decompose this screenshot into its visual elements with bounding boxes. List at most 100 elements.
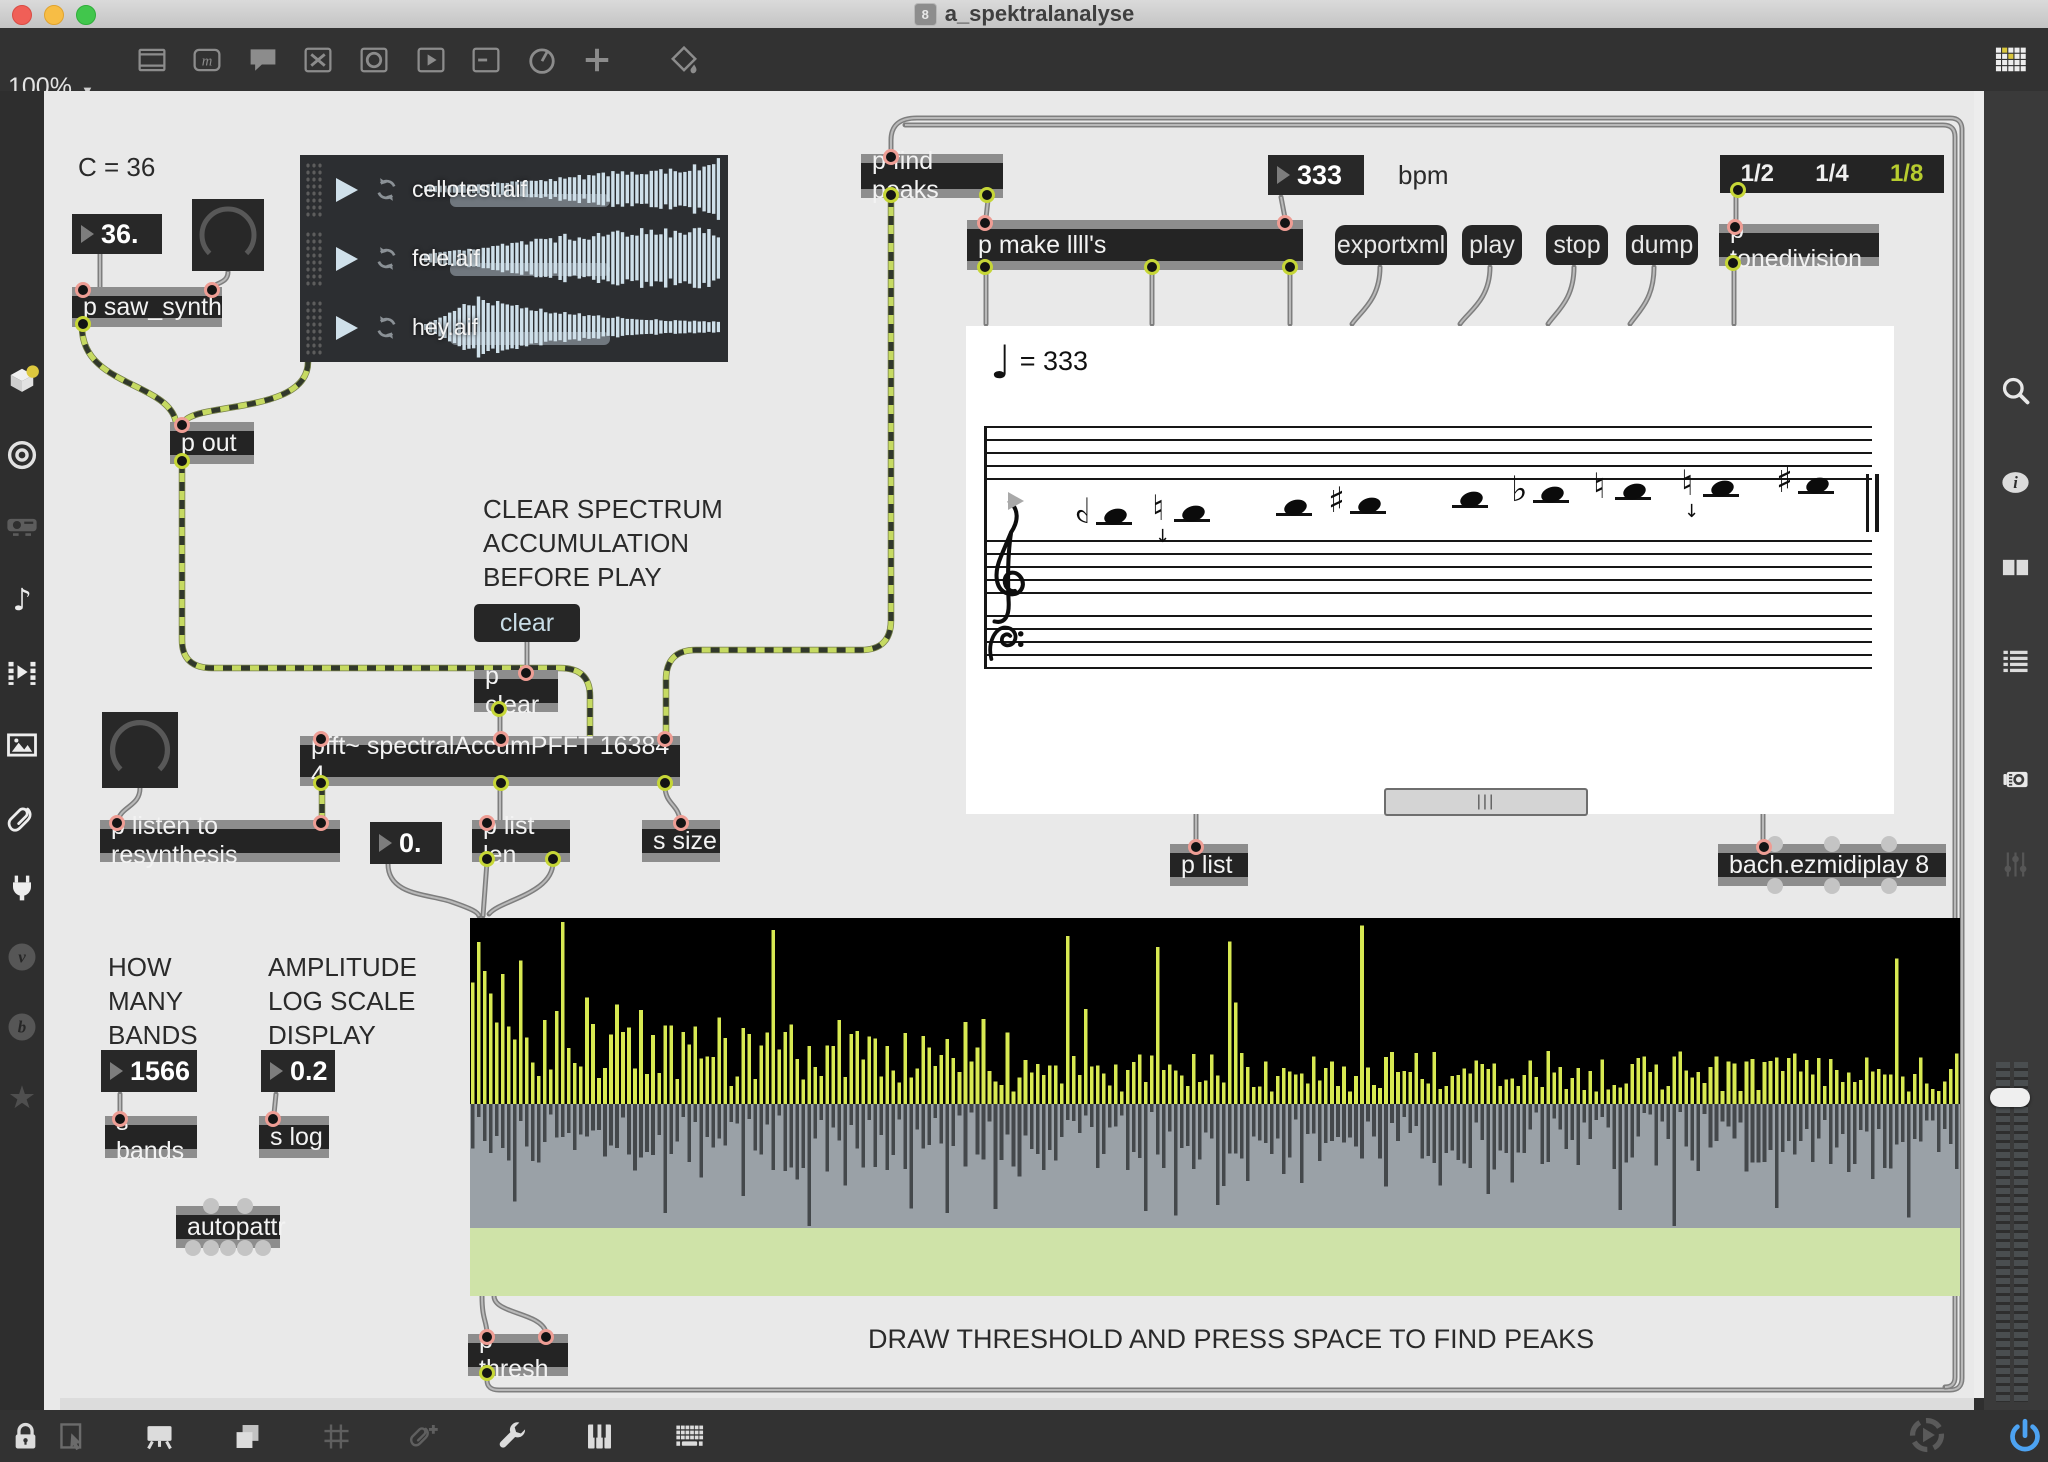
clear-message[interactable]: clear (474, 604, 580, 642)
p-thresh[interactable]: p thresh (468, 1334, 568, 1376)
audio-player-row[interactable]: fele.aif (300, 224, 728, 293)
p-saw-synth[interactable]: p saw_synth (72, 287, 222, 327)
package-icon[interactable] (4, 362, 40, 398)
inlet[interactable] (479, 1329, 495, 1345)
dial-icon[interactable] (524, 42, 560, 78)
comment-bubble-icon[interactable] (245, 42, 281, 78)
autopattr[interactable]: autopattr (176, 1206, 280, 1248)
inlet[interactable] (112, 1111, 128, 1127)
play-triangle-icon[interactable] (330, 174, 362, 206)
message-box-icon[interactable]: m (189, 42, 225, 78)
level-meter-left[interactable] (1996, 1062, 2010, 1402)
stop-button[interactable]: stop (1546, 225, 1608, 265)
float-number[interactable]: 0. (370, 822, 442, 864)
plug-icon[interactable] (4, 870, 40, 906)
master-volume-knob[interactable] (1990, 1088, 2030, 1107)
rings-icon[interactable] (4, 437, 40, 473)
inlet[interactable] (1277, 215, 1293, 231)
button-icon[interactable] (356, 42, 392, 78)
lock-icon[interactable] (8, 1419, 43, 1454)
dump-button[interactable]: dump (1626, 225, 1698, 265)
exportxml-button[interactable]: exportxml (1335, 225, 1447, 265)
inlet[interactable] (479, 815, 495, 831)
bands-number[interactable]: 1566 (101, 1050, 197, 1092)
outlet[interactable] (1730, 182, 1746, 198)
level-meter-right[interactable] (2014, 1062, 2028, 1402)
image-icon[interactable] (4, 727, 40, 763)
inlet[interactable] (657, 731, 673, 747)
inlet[interactable] (204, 282, 220, 298)
projector-icon[interactable] (4, 507, 40, 543)
paperclip-add-icon[interactable] (406, 1419, 441, 1454)
inlet[interactable] (538, 1329, 554, 1345)
p-clear[interactable]: p clear (474, 670, 558, 712)
dial-resynth[interactable] (102, 712, 178, 788)
paint-bucket-icon[interactable] (666, 42, 702, 78)
log-number[interactable]: 0.2 (261, 1050, 335, 1092)
loop-play-icon[interactable] (1906, 1414, 1948, 1456)
p-tonedivision[interactable]: p tonedivision (1719, 224, 1879, 266)
s-size[interactable]: s size (642, 820, 720, 862)
drag-handle[interactable] (305, 300, 323, 356)
p-out[interactable]: p out (170, 422, 254, 464)
music-note-icon[interactable]: ♪ (4, 582, 40, 618)
star-icon[interactable]: ★ (4, 1080, 40, 1116)
inspector-icon[interactable] (1998, 550, 2033, 585)
p-find-peaks[interactable]: p find peaks (861, 154, 1003, 198)
drag-handle[interactable] (305, 231, 323, 287)
inlet[interactable] (109, 815, 125, 831)
inlet[interactable] (1756, 839, 1772, 855)
tab-1-8[interactable]: 1/8 (1890, 160, 1923, 188)
play-triangle-icon[interactable] (330, 243, 362, 275)
object-box-icon[interactable] (134, 42, 170, 78)
outlet[interactable] (174, 453, 190, 469)
outlet[interactable] (657, 775, 673, 791)
audio-player-row[interactable]: hey.aif (300, 293, 728, 362)
filmstrip-icon[interactable] (4, 654, 40, 690)
bach-ezmidiplay[interactable]: bach.ezmidiplay 8 (1718, 844, 1946, 886)
inlet[interactable] (673, 815, 689, 831)
outlet[interactable] (479, 1365, 495, 1381)
bpm-number[interactable]: 333 (1268, 155, 1364, 195)
inlet[interactable] (1727, 219, 1743, 235)
toggle-icon[interactable] (300, 42, 336, 78)
tab-1-2[interactable]: 1/2 (1741, 160, 1774, 188)
outlet[interactable] (1144, 259, 1160, 275)
root-number[interactable]: 36. (72, 214, 162, 254)
piano-icon[interactable] (582, 1419, 617, 1454)
camera-icon[interactable] (1998, 762, 2033, 797)
outlet[interactable] (313, 775, 329, 791)
outlet[interactable] (75, 316, 91, 332)
playhead-cursor[interactable] (1008, 492, 1024, 510)
loop-arrows-icon[interactable] (372, 313, 401, 342)
inlet[interactable] (174, 417, 190, 433)
s-log[interactable]: s log (259, 1116, 329, 1158)
inlet[interactable] (883, 149, 899, 165)
p-list-len[interactable]: p list len (472, 820, 570, 862)
layers-icon[interactable] (230, 1419, 265, 1454)
s-bands[interactable]: s bands (105, 1116, 197, 1158)
outlet[interactable] (883, 187, 899, 203)
inlet[interactable] (313, 731, 329, 747)
inlet[interactable] (1188, 839, 1204, 855)
power-icon[interactable] (2004, 1416, 2046, 1458)
inlet[interactable] (75, 282, 91, 298)
p-make-lllls[interactable]: p make llll's (967, 220, 1303, 270)
audio-player-row[interactable]: cellotest.aif (300, 155, 728, 224)
inlet[interactable] (977, 215, 993, 231)
plus-icon[interactable] (579, 42, 615, 78)
mixer-icon[interactable] (1998, 847, 2033, 882)
loop-arrows-icon[interactable] (372, 175, 401, 204)
tab-1-4[interactable]: 1/4 (1815, 160, 1848, 188)
tonedivision-tabs[interactable]: 1/2 1/4 1/8 (1720, 155, 1944, 193)
b-badge-icon[interactable]: b (4, 1009, 40, 1045)
score-display[interactable]: ♩= 333♭♮↓♯♭♮♮↓♯||| (966, 326, 1894, 814)
play-button[interactable]: play (1462, 225, 1522, 265)
list-icon[interactable] (1998, 642, 2033, 677)
p-listen[interactable]: p listen to resynthesis (100, 820, 340, 862)
number-box-icon[interactable] (468, 42, 504, 78)
playbar-icon[interactable] (413, 42, 449, 78)
spectrum-display[interactable] (470, 918, 1960, 1296)
dial-top[interactable] (192, 199, 264, 271)
outlet[interactable] (977, 259, 993, 275)
